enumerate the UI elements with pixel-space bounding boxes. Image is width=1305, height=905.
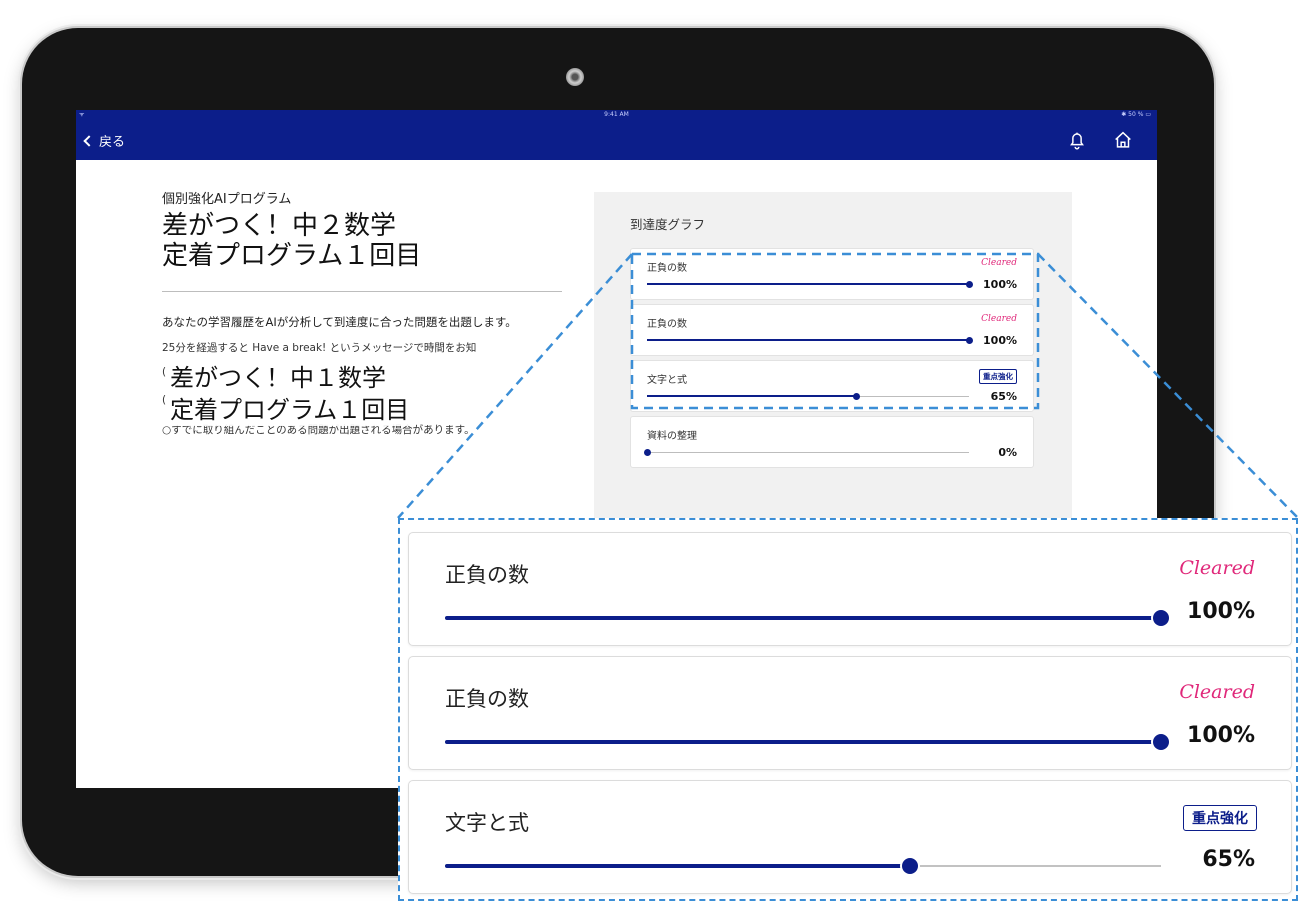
battery-icon: ✱ 50 % ▭ (1121, 111, 1151, 118)
progress-percent: 65% (990, 390, 1017, 403)
progress-fill (647, 339, 969, 341)
progress-fill (445, 740, 1161, 744)
progress-fill (647, 395, 857, 397)
progress-knob (644, 449, 651, 456)
progress-track (647, 393, 969, 400)
cleared-badge: Cleared (1179, 681, 1255, 703)
focus-badge: 重点強化 (1183, 805, 1257, 831)
progress-track (445, 858, 1161, 874)
progress-card: 正負の数 Cleared 100% (408, 656, 1292, 770)
divider (162, 291, 562, 292)
home-icon[interactable] (1112, 129, 1134, 151)
overlay-title-line2: 定着プログラム１回目 (170, 396, 410, 424)
program-subtitle: 個別強化AIプログラム (162, 192, 292, 207)
progress-card-label: 正負の数 (445, 563, 529, 587)
progress-percent: 0% (998, 446, 1017, 459)
program-title-line1: 差がつく！中２数学 (162, 211, 397, 241)
progress-percent: 100% (1187, 723, 1255, 748)
progress-track (647, 281, 973, 288)
progress-knob (902, 858, 919, 874)
progress-fill (445, 616, 1161, 620)
program-info: 個別強化AIプログラム 差がつく！中２数学 定着プログラム１回目 あなたの学習履… (162, 188, 562, 448)
progress-knob (966, 337, 973, 344)
status-time: 9:41 AM (604, 111, 629, 118)
back-button[interactable]: 戻る (82, 131, 125, 150)
progress-card: 正負の数 Cleared 100% (630, 304, 1034, 356)
progress-percent: 100% (983, 334, 1017, 347)
progress-card: 文字と式 重点強化 65% (630, 360, 1034, 412)
progress-fill (445, 864, 911, 868)
progress-track (647, 337, 973, 344)
progress-card: 正負の数 Cleared 100% (408, 532, 1292, 646)
progress-card-label: 文字と式 (647, 375, 687, 386)
program-description: あなたの学習履歴をAIが分析して到達度に合った問題を出題します。 (162, 315, 517, 329)
program-notes: 25分を経過すると Have a break! というメッセージで時間をお知 (… (162, 338, 562, 448)
cleared-badge: Cleared (1179, 557, 1255, 579)
progress-percent: 100% (983, 278, 1017, 291)
progress-card: 正負の数 Cleared 100% (630, 248, 1034, 300)
progress-card-label: 正負の数 (445, 687, 529, 711)
cleared-badge: Cleared (981, 314, 1017, 324)
overlay-title-line1: 差がつく！中１数学 (170, 364, 386, 392)
progress-card-label: 資料の整理 (647, 431, 697, 442)
progress-fill (647, 283, 969, 285)
progress-card: 文字と式 重点強化 65% (408, 780, 1292, 894)
cleared-badge: Cleared (981, 258, 1017, 268)
graph-title: 到達度グラフ (630, 217, 706, 232)
progress-percent: 100% (1187, 599, 1255, 624)
nav-bar: 戻る (76, 120, 1157, 160)
progress-card: 資料の整理 0% (630, 416, 1034, 468)
status-bar: ᯤ 9:41 AM ✱ 50 % ▭ (76, 110, 1157, 120)
progress-knob (1153, 734, 1169, 750)
program-title: 差がつく！中２数学 定着プログラム１回目 (162, 211, 562, 271)
note-break: 25分を経過すると Have a break! というメッセージで時間をお知 (162, 342, 477, 354)
camera-icon (566, 68, 584, 86)
progress-track (445, 734, 1169, 750)
zoom-callout: 正負の数 Cleared 100% 正負の数 Cleared 100% 文字と式 重点強化 65… (398, 518, 1298, 901)
progress-track (644, 449, 969, 456)
progress-knob (1153, 610, 1169, 626)
note-prefix-2: ( (162, 394, 167, 406)
program-title-line2: 定着プログラム１回目 (162, 241, 422, 271)
progress-knob (966, 281, 973, 288)
back-label: 戻る (99, 135, 126, 150)
bell-icon[interactable] (1066, 129, 1088, 151)
chevron-left-icon (83, 134, 95, 147)
progress-card-label: 正負の数 (647, 319, 687, 330)
overlay-title: 差がつく！中１数学 定着プログラム１回目 (170, 362, 410, 426)
progress-knob (853, 393, 861, 400)
note-prefix-1: ( (162, 366, 167, 378)
focus-badge: 重点強化 (979, 369, 1017, 384)
progress-track (445, 610, 1169, 626)
progress-card-label: 文字と式 (445, 811, 529, 835)
progress-percent: 65% (1202, 847, 1255, 872)
progress-card-label: 正負の数 (647, 263, 687, 274)
